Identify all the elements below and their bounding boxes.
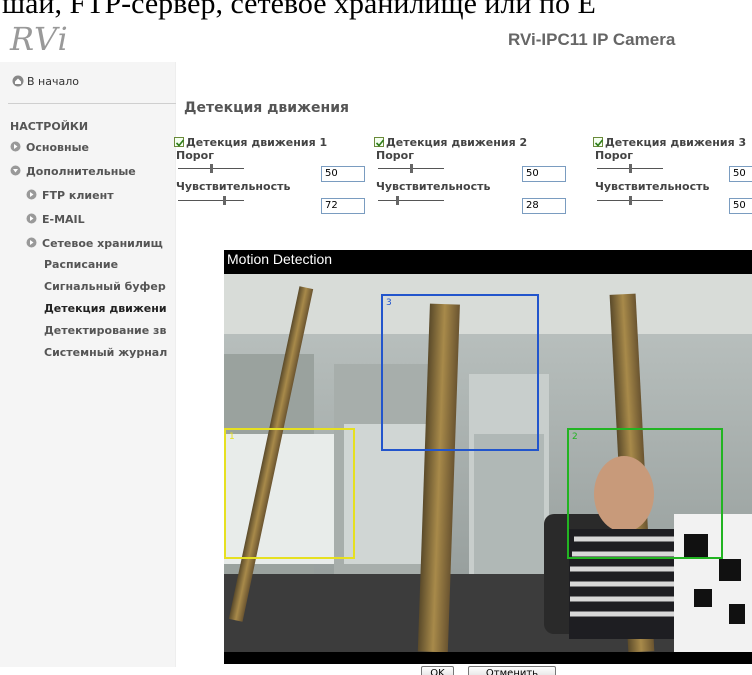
sidebar: В начало НАСТРОЙКИ Основные Дополнительн… <box>0 62 176 667</box>
zone-title: Детекция движения 2 <box>386 136 528 149</box>
zone-label: 1 <box>229 432 235 442</box>
arrow-right-icon <box>26 189 37 200</box>
threshold-input[interactable]: 50 <box>321 166 365 182</box>
checkmark-icon <box>175 139 185 147</box>
sensitivity-slider[interactable] <box>178 196 244 205</box>
sensitivity-slider[interactable] <box>378 196 444 205</box>
home-link[interactable]: В начало <box>12 75 79 88</box>
motion-zone-3[interactable]: 3 <box>381 294 539 451</box>
zone-label: 3 <box>386 298 392 308</box>
threshold-slider[interactable] <box>178 164 244 173</box>
camera-view: 1 2 3 <box>224 274 752 652</box>
checkmark-icon <box>594 139 604 147</box>
sidebar-item-label: Сетевое хранилищ <box>42 237 163 250</box>
zone-title: Детекция движения 3 <box>605 136 747 149</box>
brand-logo: RVi <box>10 20 69 58</box>
cancel-button[interactable]: Отменить <box>468 666 556 675</box>
zone-1-checkbox[interactable] <box>174 137 185 147</box>
zone-settings-1: Детекция движения 1 Порог 50 Чувствитель… <box>174 136 374 226</box>
sensitivity-label: Чувствительность <box>376 180 491 193</box>
sidebar-item-label: Основные <box>26 141 89 154</box>
threshold-input[interactable]: 50 <box>729 166 752 182</box>
page-title: Детекция движения <box>184 100 349 116</box>
zone-settings-3: Детекция движения 3 Порог 50 Чувствитель… <box>593 136 752 226</box>
sensitivity-slider[interactable] <box>597 196 663 205</box>
ok-button[interactable]: OK <box>421 666 454 675</box>
threshold-label: Порог <box>176 149 214 162</box>
zone-label: 2 <box>572 432 578 442</box>
threshold-input[interactable]: 50 <box>522 166 566 182</box>
motion-detection-panel: Motion Detection 1 2 3 <box>224 250 752 664</box>
document-caption: шаи, FTP-сервер, сетевое хранилище или п… <box>2 0 596 20</box>
threshold-slider[interactable] <box>378 164 444 173</box>
sidebar-item-sound-detection[interactable]: Детектирование зв <box>44 324 176 337</box>
sidebar-item-schedule[interactable]: Расписание <box>44 258 176 271</box>
sidebar-item-system-log[interactable]: Системный журнал <box>44 346 176 359</box>
sidebar-item-network-storage[interactable]: Сетевое хранилищ <box>26 237 176 250</box>
sidebar-item-motion-detection[interactable]: Детекция движени <box>44 302 176 315</box>
home-icon <box>12 75 24 87</box>
sidebar-item-label: E-MAIL <box>42 213 85 226</box>
product-name: RVi-IPC11 IP Camera <box>508 30 676 49</box>
sensitivity-label: Чувствительность <box>176 180 291 193</box>
checkmark-icon <box>375 139 385 147</box>
home-label: В начало <box>27 75 79 88</box>
arrow-down-icon <box>10 165 21 176</box>
sensitivity-input[interactable]: 50 <box>729 198 752 214</box>
sidebar-divider <box>8 103 176 104</box>
sidebar-item-label: FTP клиент <box>42 189 114 202</box>
zone-3-checkbox[interactable] <box>593 137 604 147</box>
threshold-slider[interactable] <box>597 164 663 173</box>
arrow-right-icon <box>26 213 37 224</box>
sidebar-item-label: Дополнительные <box>26 165 136 178</box>
sensitivity-input[interactable]: 28 <box>522 198 566 214</box>
zone-title: Детекция движения 1 <box>186 136 328 149</box>
arrow-right-icon <box>26 237 37 248</box>
motion-zone-2[interactable]: 2 <box>567 428 723 559</box>
sidebar-item-ftp[interactable]: FTP клиент <box>26 189 176 202</box>
sidebar-item-email[interactable]: E-MAIL <box>26 213 176 226</box>
settings-heading: НАСТРОЙКИ <box>10 120 89 133</box>
threshold-label: Порог <box>595 149 633 162</box>
zone-2-checkbox[interactable] <box>374 137 385 147</box>
zone-settings-2: Детекция движения 2 Порог 50 Чувствитель… <box>374 136 574 226</box>
motion-zone-1[interactable]: 1 <box>224 428 355 559</box>
sensitivity-input[interactable]: 72 <box>321 198 365 214</box>
sidebar-item-alarm-buffer[interactable]: Сигнальный буфер <box>44 280 176 293</box>
threshold-label: Порог <box>376 149 414 162</box>
header: RVi RVi-IPC11 IP Camera <box>0 22 752 58</box>
sensitivity-label: Чувствительность <box>595 180 710 193</box>
panel-title: Motion Detection <box>227 251 333 267</box>
arrow-right-icon <box>10 141 21 152</box>
sidebar-item-advanced[interactable]: Дополнительные <box>10 165 176 178</box>
sidebar-item-basic[interactable]: Основные <box>10 141 176 154</box>
